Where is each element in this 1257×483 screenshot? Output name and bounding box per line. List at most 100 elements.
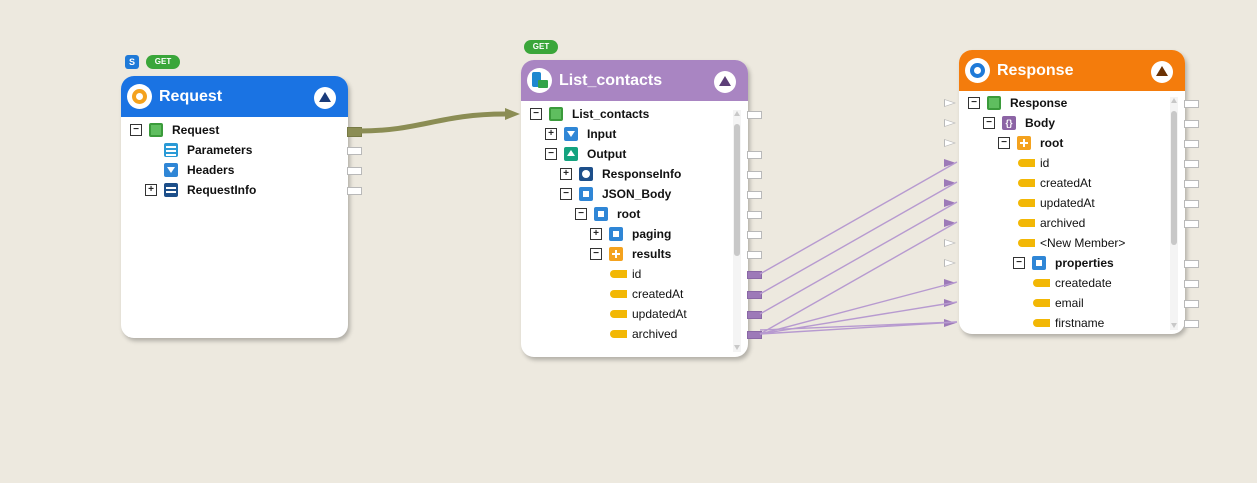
scrollbar-thumb[interactable] bbox=[734, 124, 740, 256]
input-port-properties[interactable] bbox=[944, 259, 956, 267]
expand-toggle-icon[interactable]: + bbox=[545, 128, 557, 140]
output-port-response[interactable] bbox=[1184, 100, 1199, 108]
collapse-button[interactable] bbox=[314, 87, 336, 109]
input-port-createdat[interactable] bbox=[944, 179, 956, 187]
scrollbar-thumb[interactable] bbox=[1171, 111, 1177, 245]
map-line-createdate bbox=[759, 281, 958, 335]
scroll-up-icon[interactable] bbox=[734, 111, 740, 116]
output-port-createdat[interactable] bbox=[1184, 180, 1199, 188]
output-port-properties[interactable] bbox=[1184, 260, 1199, 268]
json-body-icon bbox=[579, 187, 593, 201]
collapse-toggle-icon[interactable]: − bbox=[998, 137, 1010, 149]
collapse-toggle-icon[interactable]: − bbox=[968, 97, 980, 109]
output-port-id[interactable] bbox=[747, 271, 762, 279]
input-port-id[interactable] bbox=[944, 159, 956, 167]
map-line-id bbox=[759, 161, 958, 275]
tree-label: Output bbox=[587, 147, 627, 161]
tree-label: archived bbox=[632, 327, 678, 341]
output-port-id[interactable] bbox=[1184, 160, 1199, 168]
input-port-root[interactable] bbox=[944, 139, 956, 147]
output-port-createdat[interactable] bbox=[747, 291, 762, 299]
field-leaf-icon bbox=[1018, 239, 1035, 247]
output-port-list-contacts[interactable] bbox=[747, 111, 762, 119]
tree-label: archived bbox=[1040, 216, 1086, 230]
field-leaf-icon bbox=[1018, 159, 1035, 167]
output-port-json-body[interactable] bbox=[747, 191, 762, 199]
collapse-toggle-icon[interactable]: − bbox=[590, 248, 602, 260]
field-leaf-icon bbox=[610, 330, 627, 338]
collapse-toggle-icon[interactable]: − bbox=[575, 208, 587, 220]
input-port-body[interactable] bbox=[944, 119, 956, 127]
output-port-output[interactable] bbox=[747, 151, 762, 159]
collapse-toggle-icon[interactable]: − bbox=[983, 117, 995, 129]
output-port-headers[interactable] bbox=[347, 167, 362, 175]
input-port-new-member[interactable] bbox=[944, 239, 956, 247]
collapse-toggle-icon[interactable]: − bbox=[130, 124, 142, 136]
tree-label: JSON_Body bbox=[602, 187, 672, 201]
output-port-archived[interactable] bbox=[747, 331, 762, 339]
output-port-responseinfo[interactable] bbox=[747, 171, 762, 179]
scroll-up-icon[interactable] bbox=[1171, 98, 1177, 103]
array-icon bbox=[609, 247, 623, 261]
expand-toggle-icon[interactable]: + bbox=[590, 228, 602, 240]
output-port-firstname[interactable] bbox=[1184, 320, 1199, 328]
input-port-response[interactable] bbox=[944, 99, 956, 107]
input-port-updatedat[interactable] bbox=[944, 199, 956, 207]
tree-label: firstname bbox=[1055, 316, 1105, 330]
output-port-paging[interactable] bbox=[747, 231, 762, 239]
flow-arrowhead bbox=[505, 108, 520, 120]
tree-label: createdAt bbox=[1040, 176, 1092, 190]
mapping-canvas[interactable]: S GET Request − Request Parameters Heade… bbox=[0, 0, 1257, 483]
collapse-button[interactable] bbox=[1151, 61, 1173, 83]
output-port-archived[interactable] bbox=[1184, 220, 1199, 228]
collapse-button[interactable] bbox=[714, 71, 736, 93]
output-port-results[interactable] bbox=[747, 251, 762, 259]
input-port-firstname[interactable] bbox=[944, 319, 956, 327]
tree-label: Parameters bbox=[187, 143, 253, 157]
output-port-root[interactable] bbox=[1184, 140, 1199, 148]
output-port-email[interactable] bbox=[1184, 300, 1199, 308]
expand-toggle-icon[interactable]: + bbox=[560, 168, 572, 180]
request-card-title: Request bbox=[159, 88, 223, 105]
collapse-triangle-icon bbox=[319, 92, 331, 102]
array-icon bbox=[1017, 136, 1031, 150]
collapse-toggle-icon[interactable]: − bbox=[1013, 257, 1025, 269]
response-card-header[interactable]: Response bbox=[959, 50, 1185, 91]
output-port-createdate[interactable] bbox=[1184, 280, 1199, 288]
request-card[interactable]: Request bbox=[121, 76, 348, 338]
list-contacts-card-title: List_contacts bbox=[559, 72, 663, 89]
collapse-toggle-icon[interactable]: − bbox=[545, 148, 557, 160]
list-contacts-scrollbar[interactable] bbox=[733, 110, 741, 352]
output-port-body[interactable] bbox=[1184, 120, 1199, 128]
request-card-header[interactable]: Request bbox=[121, 76, 348, 117]
input-port-archived[interactable] bbox=[944, 219, 956, 227]
scroll-down-icon[interactable] bbox=[734, 345, 740, 350]
tree-label: Request bbox=[172, 123, 220, 137]
expand-toggle-icon[interactable]: + bbox=[145, 184, 157, 196]
properties-icon bbox=[1032, 256, 1046, 270]
output-port-root[interactable] bbox=[747, 211, 762, 219]
map-line-createdat bbox=[759, 181, 958, 295]
parameters-icon bbox=[164, 143, 178, 157]
field-leaf-icon bbox=[1018, 199, 1035, 207]
output-port-updatedat[interactable] bbox=[1184, 200, 1199, 208]
output-port-request[interactable] bbox=[347, 127, 362, 137]
output-port-requestinfo[interactable] bbox=[347, 187, 362, 195]
response-info-icon bbox=[579, 167, 593, 181]
collapse-toggle-icon[interactable]: − bbox=[560, 188, 572, 200]
output-port-parameters[interactable] bbox=[347, 147, 362, 155]
tree-label: paging bbox=[632, 227, 672, 241]
source-badge: S bbox=[125, 55, 139, 69]
tree-label: id bbox=[1040, 156, 1050, 170]
gear-icon bbox=[127, 84, 152, 109]
input-port-createdate[interactable] bbox=[944, 279, 956, 287]
map-line-firstname bbox=[759, 321, 958, 335]
input-port-email[interactable] bbox=[944, 299, 956, 307]
list-contacts-card-header[interactable]: List_contacts bbox=[521, 60, 748, 101]
response-scrollbar[interactable] bbox=[1170, 97, 1178, 330]
scroll-down-icon[interactable] bbox=[1171, 323, 1177, 328]
field-leaf-icon bbox=[1033, 299, 1050, 307]
output-port-updatedat[interactable] bbox=[747, 311, 762, 319]
collapse-toggle-icon[interactable]: − bbox=[530, 108, 542, 120]
response-card-title: Response bbox=[997, 62, 1074, 79]
